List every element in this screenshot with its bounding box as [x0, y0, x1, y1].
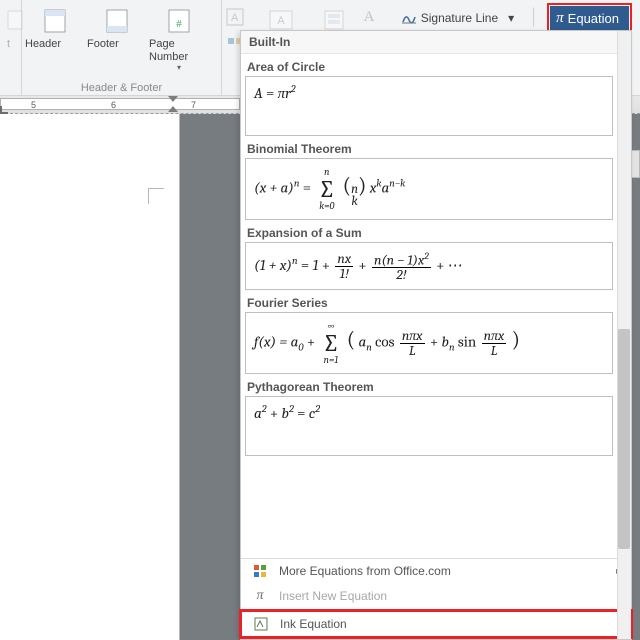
- office-icon: [251, 564, 269, 578]
- equation-preview: f(x) = a0 + ∞∑n=1 ( an cos nπxL + bn sin…: [245, 312, 613, 374]
- equation-gallery-item[interactable]: Pythagorean Theorem a2 + b2 = c2: [245, 378, 613, 456]
- ruler-tick: 7: [191, 100, 196, 110]
- equation-dropdown: Built-In Area of Circle A = πr2 Binomial…: [240, 30, 632, 640]
- chevron-down-icon: ▾: [177, 64, 181, 72]
- insert-new-equation-menuitem: π Insert New Equation: [241, 583, 631, 609]
- pi-icon: π: [251, 588, 269, 604]
- ruler-tick: 6: [111, 100, 116, 110]
- pi-icon: π: [556, 10, 564, 27]
- equation-gallery-item[interactable]: Fourier Series f(x) = a0 + ∞∑n=1 ( an co…: [245, 294, 613, 374]
- dropdown-section-header: Built-In: [241, 31, 631, 54]
- more-equations-menuitem[interactable]: More Equations from Office.com ▸: [241, 559, 631, 583]
- header-button[interactable]: Header: [28, 4, 82, 51]
- signature-line-button[interactable]: Signature Line ▾: [394, 7, 521, 29]
- footer-button[interactable]: Footer: [90, 4, 144, 51]
- svg-text:A: A: [277, 15, 285, 27]
- dropdown-footer: More Equations from Office.com ▸ π Inser…: [241, 558, 631, 639]
- document-page[interactable]: [0, 114, 180, 640]
- mini-a-icon[interactable]: A: [358, 6, 380, 28]
- dropcap-icon[interactable]: A: [224, 6, 246, 28]
- svg-text:#: #: [176, 18, 182, 30]
- equation-preview: (x + a)n = n∑k=0 (nk) xkan−k: [245, 158, 613, 220]
- equation-preview: a2 + b2 = c2: [245, 396, 613, 456]
- equation-button-highlight: π Equation: [547, 3, 632, 33]
- group-label: Header & Footer: [22, 82, 221, 94]
- equation-preview: (1 + x)n = 1 + nx1! + n(n − 1)x22! + ⋯: [245, 242, 613, 290]
- ruler-tick: 5: [31, 100, 36, 110]
- indent-marker[interactable]: [168, 106, 178, 112]
- equation-button[interactable]: π Equation: [550, 6, 629, 30]
- equation-preview: A = πr2: [245, 76, 613, 136]
- chevron-down-icon: ▾: [508, 11, 514, 25]
- indent-marker[interactable]: [168, 96, 178, 102]
- ribbon-group-truncated: t: [0, 0, 22, 96]
- svg-text:A: A: [231, 12, 239, 24]
- signature-icon: [401, 11, 417, 25]
- tab-stop[interactable]: [0, 106, 8, 114]
- ink-equation-icon: [252, 617, 270, 631]
- equation-gallery-item[interactable]: Binomial Theorem (x + a)n = n∑k=0 (nk) x…: [245, 140, 613, 220]
- margin-corner-icon: [148, 188, 164, 204]
- equation-gallery-item[interactable]: Area of Circle A = πr2: [245, 58, 613, 136]
- ink-equation-menuitem[interactable]: Ink Equation: [239, 609, 633, 639]
- ribbon-group-header-footer: Header Footer # Page Number ▾ Header & F…: [22, 0, 222, 96]
- equation-gallery-item[interactable]: Expansion of a Sum (1 + x)n = 1 + nx1! +…: [245, 224, 613, 290]
- page-number-button[interactable]: # Page Number ▾: [152, 4, 206, 72]
